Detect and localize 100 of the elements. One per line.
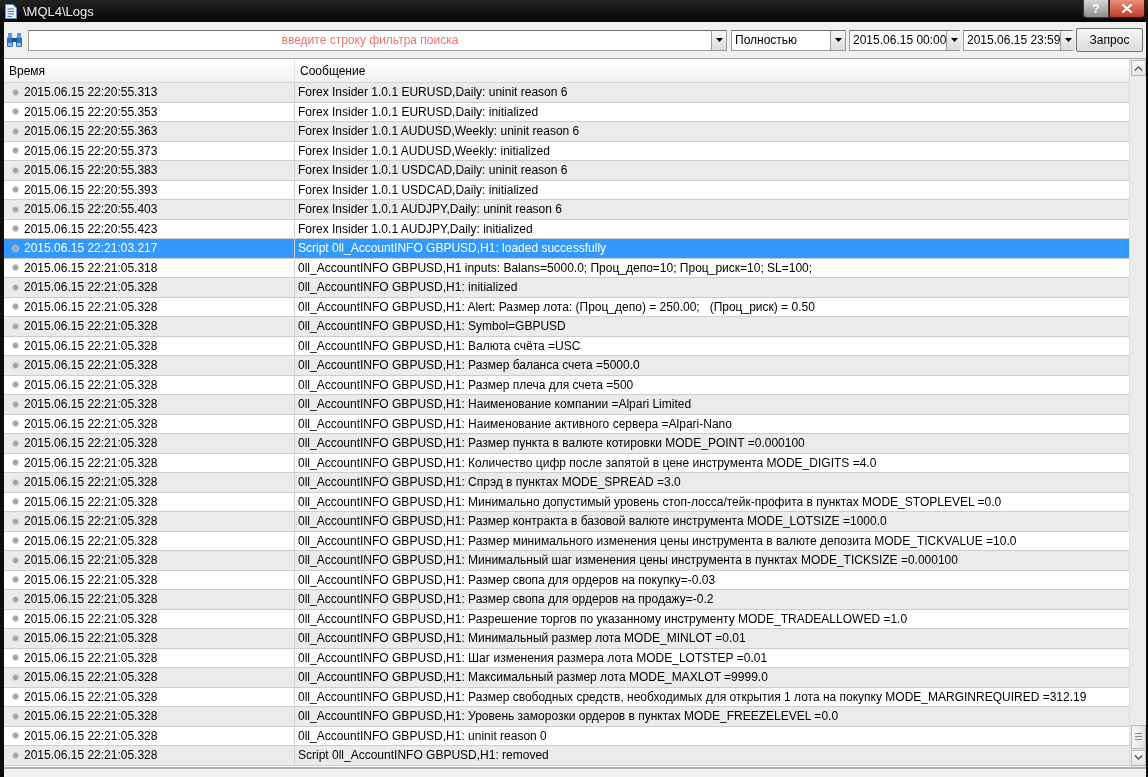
time-text: 2015.06.15 22:20:55.423 <box>24 220 158 237</box>
dot-icon <box>12 283 19 291</box>
time-text: 2015.06.15 22:21:05.328 <box>24 669 158 686</box>
log-row[interactable]: 2015.06.15 22:21:05.328 0ll_AccountINFO GBPUSD,H1: uninit reason 0 <box>4 726 1129 746</box>
dot-icon <box>12 303 19 311</box>
dot-icon <box>12 732 19 740</box>
log-row[interactable]: 2015.06.15 22:21:05.328 0ll_AccountINFO GBPUSD,H1: Уровень заморозки ордеров в пунктах MODE_FREEZELEVEL =0.0 <box>4 707 1129 727</box>
message-text: 0ll_AccountINFO GBPUSD,H1 inputs: Balans=5000.0; Проц_депо=10; Проц_риск=10; SL=100; <box>297 259 814 277</box>
dot-icon <box>12 459 19 467</box>
dot-icon <box>12 225 19 233</box>
time-text: 2015.06.15 22:20:55.313 <box>24 84 158 101</box>
log-row[interactable]: 2015.06.15 22:21:05.328 0ll_AccountINFO GBPUSD,H1: Минимальный шаг изменения цены инструмента в пунктах MODE_TICKSIZE =0.000100 <box>4 551 1129 571</box>
log-row[interactable]: 2015.06.15 22:20:55.313 Forex Insider 1.0.1 EURUSD,Daily: uninit reason 6 <box>4 83 1129 103</box>
log-row[interactable]: 2015.06.15 22:20:55.363 Forex Insider 1.0.1 AUDUSD,Weekly: uninit reason 6 <box>4 122 1129 142</box>
date-from-field[interactable]: 2015.06.15 00:00 <box>849 29 960 51</box>
log-row[interactable]: 2015.06.15 22:20:55.393 Forex Insider 1.0.1 USDCAD,Daily: initialized <box>4 180 1129 200</box>
log-row[interactable]: 2015.06.15 22:21:05.328 0ll_AccountINFO GBPUSD,H1: Спрэд в пунктах MODE_SPREAD =3.0 <box>4 473 1129 493</box>
message-text: Forex Insider 1.0.1 USDCAD,Daily: uninit reason 6 <box>297 162 569 179</box>
log-row[interactable]: 2015.06.15 22:21:05.328 0ll_AccountINFO GBPUSD,H1: Размер баланса счета =5000.0 <box>4 356 1129 376</box>
dot-icon <box>12 673 19 681</box>
time-text: 2015.06.15 22:21:05.318 <box>24 259 158 276</box>
log-row[interactable]: 2015.06.15 22:21:05.328 0ll_AccountINFO GBPUSD,H1: Размер свопа для ордеров на покупку=-0.03 <box>4 570 1129 590</box>
message-text: 0ll_AccountINFO GBPUSD,H1: initialized <box>297 279 519 296</box>
time-text: 2015.06.15 22:20:55.393 <box>24 181 158 198</box>
date-to-field[interactable]: 2015.06.15 23:59 <box>963 29 1073 51</box>
dot-icon <box>12 537 19 545</box>
scrollbar[interactable] <box>1129 59 1146 767</box>
dot-icon <box>12 751 19 759</box>
log-row[interactable]: 2015.06.15 22:21:05.328 0ll_AccountINFO GBPUSD,H1: Размер минимального изменения цены инструмента в валюте депозита MODE_TICKVALUE =10.0 <box>4 531 1129 551</box>
time-text: 2015.06.15 22:21:05.328 <box>24 396 158 413</box>
dropdown-button[interactable] <box>711 29 727 51</box>
log-row[interactable]: 2015.06.15 22:21:05.328 0ll_AccountINFO GBPUSD,H1: Размер плеча для счета =500 <box>4 375 1129 395</box>
caret-icon <box>1064 38 1072 42</box>
dot-icon <box>12 693 19 701</box>
column-header[interactable]: Сообщение <box>295 59 1129 82</box>
dot-icon <box>12 439 19 447</box>
log-row[interactable]: 2015.06.15 22:20:55.403 Forex Insider 1.0.1 AUDJPY,Daily: uninit reason 6 <box>4 200 1129 220</box>
log-row[interactable]: 2015.06.15 22:21:05.328 0ll_AccountINFO GBPUSD,H1: Размер свопа для ордеров на продажу=-0.2 <box>4 590 1129 610</box>
dropdown-button[interactable] <box>1060 30 1076 50</box>
message-text: 0ll_AccountINFO GBPUSD,H1: Размер свободных средств, необходимых для открытия 1 лота на покупку MODE_MARGINREQUIRED =312.19 <box>297 688 1088 706</box>
dot-icon <box>12 88 19 96</box>
log-row[interactable]: 2015.06.15 22:21:05.328 0ll_AccountINFO GBPUSD,H1: Размер свободных средств, необходимых для открытия 1 лота на покупку MODE_MARGINREQUIRED =312.19 <box>4 687 1129 707</box>
column-header[interactable]: Время <box>4 59 295 82</box>
log-row[interactable]: 2015.06.15 22:21:05.328 0ll_AccountINFO GBPUSD,H1: Количество цифр после запятой в цене инструмента MODE_DIGITS =4.0 <box>4 453 1129 473</box>
dot-icon <box>12 712 19 720</box>
dot-icon <box>12 498 19 506</box>
log-row[interactable]: 2015.06.15 22:21:05.318 0ll_AccountINFO GBPUSD,H1 inputs: Balans=5000.0; Проц_депо=10; Проц_риск=10; SL=100; <box>4 258 1129 278</box>
time-text: 2015.06.15 22:21:05.328 <box>24 337 158 354</box>
dot-icon <box>12 556 19 564</box>
log-row[interactable]: 2015.06.15 22:21:05.328 0ll_AccountINFO GBPUSD,H1: Шаг изменения размера лота MODE_LOTSTEP =0.01 <box>4 648 1129 668</box>
time-text: 2015.06.15 22:21:03.217 <box>24 240 158 257</box>
log-row[interactable]: 2015.06.15 22:21:05.328 0ll_AccountINFO GBPUSD,H1: Alert: Размер лота: (Проц_депо) = 250.00; (Проц_риск) = 0.50 <box>4 297 1129 317</box>
log-row[interactable]: 2015.06.15 22:21:05.328 0ll_AccountINFO GBPUSD,H1: Минимально допустимый уровень стоп-лосса/тейк-профита в пунктах MODE_STOPLEVEL =0.0 <box>4 492 1129 512</box>
message-text: 0ll_AccountINFO GBPUSD,H1: Минимальный шаг изменения цены инструмента в пунктах MODE_TICKSIZE =0.000100 <box>297 552 959 569</box>
dot-icon <box>12 147 19 155</box>
message-text: 0ll_AccountINFO GBPUSD,H1: Шаг изменения размера лота MODE_LOTSTEP =0.01 <box>297 649 769 667</box>
mode-combo[interactable]: Полностью <box>731 29 846 51</box>
log-row[interactable]: 2015.06.15 22:20:55.383 Forex Insider 1.0.1 USDCAD,Daily: uninit reason 6 <box>4 161 1129 181</box>
close-button[interactable] <box>1109 0 1145 18</box>
time-text: 2015.06.15 22:21:05.328 <box>24 688 158 705</box>
log-row[interactable]: 2015.06.15 22:21:05.328 0ll_AccountINFO GBPUSD,H1: Максимальный размер лота MODE_MAXLOT =9999.0 <box>4 668 1129 688</box>
dropdown-button[interactable] <box>946 30 962 50</box>
message-text: Script 0ll_AccountINFO GBPUSD,H1: removed <box>297 747 550 764</box>
query-button[interactable]: Запрос <box>1076 28 1143 52</box>
filter-field[interactable]: введите строку фильтра поиска <box>28 29 711 51</box>
dot-icon <box>12 166 19 174</box>
time-text: 2015.06.15 22:21:05.328 <box>24 415 158 432</box>
dot-icon <box>12 264 19 272</box>
log-row[interactable]: 2015.06.15 22:21:05.328 0ll_AccountINFO GBPUSD,H1: Symbol=GBPUSD <box>4 317 1129 337</box>
log-row[interactable]: 2015.06.15 22:21:05.328 0ll_AccountINFO GBPUSD,H1: initialized <box>4 278 1129 298</box>
dot-icon <box>12 108 19 116</box>
dot-icon <box>12 420 19 428</box>
log-row[interactable]: 2015.06.15 22:20:55.373 Forex Insider 1.0.1 AUDUSD,Weekly: initialized <box>4 141 1129 161</box>
scroll-up-button[interactable] <box>1131 60 1146 76</box>
log-row[interactable]: 2015.06.15 22:20:55.353 Forex Insider 1.0.1 EURUSD,Daily: initialized <box>4 102 1129 122</box>
log-row[interactable]: 2015.06.15 22:21:05.328 0ll_AccountINFO GBPUSD,H1: Размер контракта в базовой валюте инструмента MODE_LOTSIZE =1000.0 <box>4 512 1129 532</box>
time-text: 2015.06.15 22:20:55.363 <box>24 123 158 140</box>
time-text: 2015.06.15 22:21:05.328 <box>24 708 158 725</box>
time-text: 2015.06.15 22:21:05.328 <box>24 474 158 491</box>
close-icon <box>1122 4 1132 13</box>
message-text: Forex Insider 1.0.1 EURUSD,Daily: uninit reason 6 <box>297 84 569 101</box>
log-row[interactable]: 2015.06.15 22:21:05.328 0ll_AccountINFO GBPUSD,H1: Наименование компании =Alpari Limited <box>4 395 1129 415</box>
log-row[interactable]: 2015.06.15 22:21:05.328 0ll_AccountINFO GBPUSD,H1: Минимальный размер лота MODE_MINLOT =0.01 <box>4 629 1129 649</box>
message-text: 0ll_AccountINFO GBPUSD,H1: Валюта счёта =USC <box>297 337 582 355</box>
dropdown-button[interactable] <box>830 30 845 50</box>
log-row[interactable]: 2015.06.15 22:20:55.423 Forex Insider 1.0.1 AUDJPY,Daily: initialized <box>4 219 1129 239</box>
chevron-up-icon <box>1134 65 1143 71</box>
log-row[interactable]: 2015.06.15 22:21:05.328 0ll_AccountINFO GBPUSD,H1: Разрешение торгов по указанному инструменту MODE_TRADEALLOWED =1.0 <box>4 609 1129 629</box>
message-text: 0ll_AccountINFO GBPUSD,H1: Спрэд в пунктах MODE_SPREAD =3.0 <box>297 474 682 491</box>
scroll-thumb[interactable] <box>1131 724 1146 749</box>
message-text: Forex Insider 1.0.1 EURUSD,Daily: initialized <box>297 103 540 121</box>
log-row[interactable]: 2015.06.15 22:21:05.328 0ll_AccountINFO GBPUSD,H1: Наименование активного сервера =Alpari-Nano <box>4 414 1129 434</box>
scroll-down-button[interactable] <box>1131 749 1146 766</box>
log-row[interactable]: 2015.06.15 22:21:05.328 Script 0ll_AccountINFO GBPUSD,H1: removed <box>4 746 1129 766</box>
time-text: 2015.06.15 22:21:05.328 <box>24 649 158 666</box>
dot-icon <box>12 576 19 584</box>
dot-icon <box>12 654 19 662</box>
log-row[interactable]: 2015.06.15 22:21:05.328 0ll_AccountINFO GBPUSD,H1: Размер пункта в валюте котировки MODE_POINT =0.000100 <box>4 434 1129 454</box>
log-row[interactable]: 2015.06.15 22:21:05.328 0ll_AccountINFO GBPUSD,H1: Валюта счёта =USC <box>4 336 1129 356</box>
message-text: Script 0ll_AccountINFO GBPUSD,H1: loaded successfully <box>297 240 608 257</box>
